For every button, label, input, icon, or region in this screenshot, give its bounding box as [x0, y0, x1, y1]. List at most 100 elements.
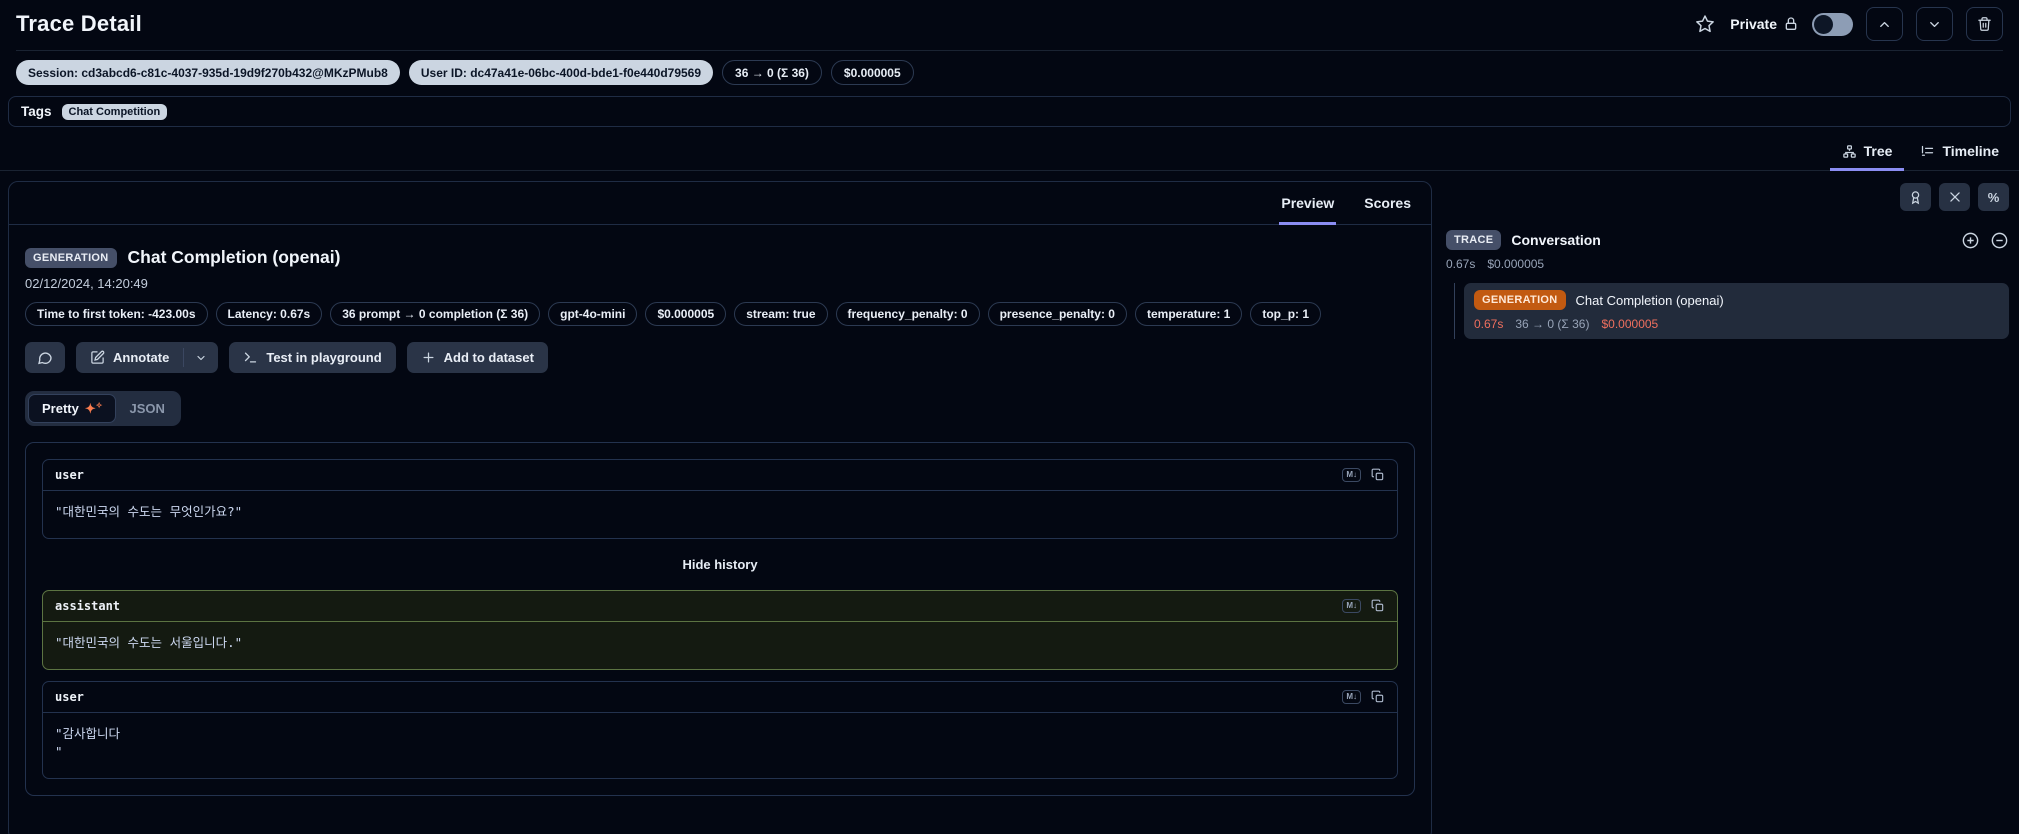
tree-item-tokens: 36 → 0 (Σ 36): [1515, 317, 1590, 331]
tree-item-header: GENERATION Chat Completion (openai): [1474, 290, 1999, 310]
annotate-dropdown-button[interactable]: [184, 342, 218, 373]
message-role: assistant: [55, 598, 121, 613]
scores-award-icon[interactable]: [1900, 183, 1931, 211]
pretty-label: Pretty: [42, 401, 79, 416]
message-assistant: assistant M↓ "대한민국의 수도는 서울입니다.": [42, 589, 1398, 670]
trace-cost: $0.000005: [1487, 257, 1545, 271]
tab-scores[interactable]: Scores: [1362, 182, 1413, 225]
tab-timeline[interactable]: Timeline: [1908, 135, 2011, 171]
plus-icon: [421, 350, 436, 365]
collapse-all-icon[interactable]: [1939, 183, 1970, 211]
trace-tree-sidebar: % TRACE Conversation 0.67s $0.000005 GEN…: [1446, 181, 2011, 339]
top-header: Trace Detail Private: [0, 0, 2019, 50]
view-switch-tabs: Tree Timeline: [0, 135, 2019, 171]
preview-scores-tabs: Preview Scores: [9, 182, 1431, 225]
sparkles-icon: ✦✧: [84, 401, 103, 416]
copy-icon[interactable]: [1371, 599, 1385, 613]
tab-tree[interactable]: Tree: [1829, 135, 1905, 171]
chevron-down-icon: [195, 352, 207, 364]
hide-history-button[interactable]: Hide history: [42, 550, 1398, 579]
content: Preview Scores GENERATION Chat Completio…: [0, 171, 2019, 834]
tree-connector-line: [1454, 283, 1455, 339]
tree-item-metrics: 0.67s 36 → 0 (Σ 36) $0.000005: [1474, 317, 1999, 331]
trace-badge-row: Session: cd3abcd6-c81c-4037-935d-19d9f27…: [0, 51, 2019, 94]
trace-root-row[interactable]: TRACE Conversation: [1446, 230, 2009, 250]
pretty-toggle[interactable]: Pretty ✦✧: [28, 394, 117, 423]
tags-bar[interactable]: Tags Chat Competition: [8, 96, 2011, 127]
expand-plus-circle-icon[interactable]: [1961, 231, 1980, 250]
message-content: "감사합니다 ": [55, 725, 121, 760]
chip-cost: $0.000005: [645, 302, 727, 326]
messages-container: user M↓ "대한민국의 수도는 무엇인가요?" Hide history …: [25, 442, 1415, 796]
timeline-icon: [1920, 144, 1935, 159]
message-tools: M↓: [1342, 689, 1385, 704]
markdown-toggle-icon[interactable]: M↓: [1342, 689, 1361, 704]
bookmark-star-icon[interactable]: [1693, 12, 1717, 36]
terminal-icon: [243, 350, 258, 365]
chip-latency: Latency: 0.67s: [215, 302, 323, 326]
tab-timeline-label: Timeline: [1942, 143, 1999, 159]
markdown-toggle-icon[interactable]: M↓: [1342, 598, 1361, 613]
chip-time-to-first-token: Time to first token: -423.00s: [25, 302, 208, 326]
toggle-knob: [1814, 14, 1833, 34]
playground-label: Test in playground: [266, 350, 382, 365]
tree-children: GENERATION Chat Completion (openai) 0.67…: [1446, 283, 2009, 339]
session-badge[interactable]: Session: cd3abcd6-c81c-4037-935d-19d9f27…: [16, 60, 400, 85]
panel-body: GENERATION Chat Completion (openai) 02/1…: [9, 225, 1431, 816]
tags-label: Tags: [21, 104, 52, 119]
public-toggle[interactable]: [1812, 12, 1853, 36]
tab-preview[interactable]: Preview: [1279, 182, 1337, 225]
percent-metrics-icon[interactable]: %: [1978, 183, 2009, 211]
tree-item-generation[interactable]: GENERATION Chat Completion (openai) 0.67…: [1464, 283, 2009, 339]
trace-metrics: 0.67s $0.000005: [1446, 257, 2009, 271]
next-trace-button[interactable]: [1916, 7, 1953, 41]
tree-item-latency: 0.67s: [1474, 317, 1504, 331]
markdown-toggle-icon[interactable]: M↓: [1342, 468, 1361, 482]
message-header: user M↓: [43, 460, 1397, 491]
tag-chip[interactable]: Chat Competition: [61, 103, 168, 120]
message-content: "대한민국의 수도는 서울입니다.": [55, 634, 243, 650]
annotate-split-button: Annotate: [76, 342, 219, 373]
message-header: assistant M↓: [43, 591, 1397, 622]
test-in-playground-button[interactable]: Test in playground: [229, 342, 396, 373]
add-to-dataset-button[interactable]: Add to dataset: [406, 342, 548, 373]
chip-frequency-penalty: frequency_penalty: 0: [835, 302, 980, 326]
generation-type-badge: GENERATION: [25, 247, 117, 268]
page-title: Trace Detail: [16, 11, 142, 36]
observation-panel: Preview Scores GENERATION Chat Completio…: [8, 181, 1432, 834]
chip-presence-penalty: presence_penalty: 0: [987, 302, 1127, 326]
annotate-button[interactable]: Annotate: [76, 342, 183, 373]
privacy-label: Private: [1730, 16, 1777, 32]
annotate-pencil-icon: [90, 350, 105, 365]
chat-bubble-icon: [37, 350, 53, 366]
collapse-minus-circle-icon[interactable]: [1990, 231, 2009, 250]
header-actions: Private: [1693, 7, 2003, 41]
message-user-1: user M↓ "대한민국의 수도는 무엇인가요?": [42, 459, 1398, 539]
chip-model[interactable]: gpt-4o-mini: [548, 302, 638, 326]
trace-title: Conversation: [1511, 232, 1601, 248]
dataset-label: Add to dataset: [443, 350, 534, 365]
token-usage-badge: 36 → 0 (Σ 36): [722, 60, 822, 85]
generation-badge: GENERATION: [1474, 290, 1566, 310]
copy-icon[interactable]: [1371, 468, 1385, 482]
message-content: "대한민국의 수도는 무엇인가요?": [55, 504, 243, 519]
lock-icon: [1783, 16, 1799, 32]
user-id-badge[interactable]: User ID: dc47a41e-06bc-400d-bde1-f0e440d…: [408, 60, 714, 85]
trash-icon: [1977, 16, 1992, 32]
chip-temperature: temperature: 1: [1134, 302, 1243, 326]
comments-button[interactable]: [25, 342, 65, 373]
copy-icon[interactable]: [1371, 690, 1385, 704]
chip-top-p: top_p: 1: [1250, 302, 1322, 326]
prev-trace-button[interactable]: [1866, 7, 1903, 41]
tree-item-cost: $0.000005: [1601, 317, 1659, 331]
format-toggle: Pretty ✦✧ JSON: [25, 391, 181, 426]
message-header: user M↓: [43, 682, 1397, 713]
tree-icon: [1842, 144, 1857, 159]
chevron-up-icon: [1877, 17, 1892, 32]
json-toggle[interactable]: JSON: [116, 395, 177, 422]
actions-row: Annotate Test in playground Add to datas…: [25, 342, 1415, 373]
chip-stream: stream: true: [734, 302, 828, 326]
delete-trace-button[interactable]: [1966, 7, 2003, 41]
cost-badge: $0.000005: [830, 60, 914, 85]
observation-timestamp: 02/12/2024, 14:20:49: [25, 276, 148, 291]
